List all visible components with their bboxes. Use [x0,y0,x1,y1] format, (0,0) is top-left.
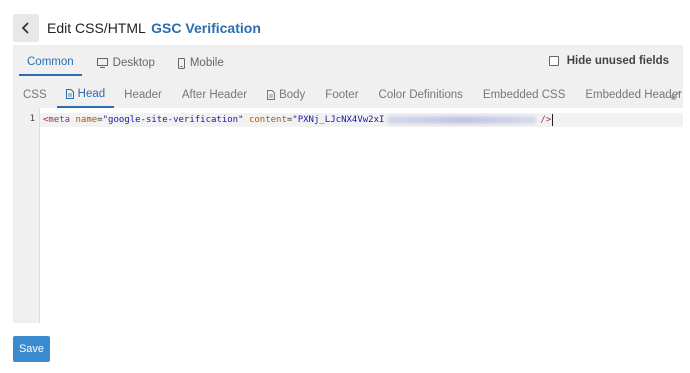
code-line[interactable]: <meta name = "google-site-verification" co… [43,113,554,127]
tab-common[interactable]: Common [19,54,82,76]
tab-color-definitions[interactable]: Color Definitions [369,82,473,108]
tab-embedded-header-label: Embedded Header [585,89,682,101]
expand-icon[interactable] [671,87,681,105]
file-icon [65,89,74,99]
tab-body[interactable]: Body [257,82,315,108]
tab-mobile[interactable]: Mobile [170,54,232,76]
line-gutter: 1 [13,108,40,323]
tab-after-header[interactable]: After Header [172,82,257,108]
tab-header[interactable]: Header [114,82,172,108]
chevron-left-icon [21,22,29,34]
tab-head[interactable]: Head [56,82,115,108]
file-tabs: CSS Head Header After Header Body Footer… [13,82,683,108]
text-cursor [552,114,554,126]
redacted-blur [387,116,538,124]
code-editor[interactable]: 1 <meta name = "google-site-verification" … [13,108,683,323]
code-attr-content: content [248,115,287,125]
back-button[interactable] [13,14,39,42]
tab-header-label: Header [124,89,162,101]
tab-after-header-label: After Header [181,89,248,101]
page-title-accent: GSC Verification [151,20,261,36]
hide-unused-checkbox[interactable] [548,56,559,66]
code-attr-name: name [75,115,98,125]
tab-desktop[interactable]: Desktop [89,54,163,76]
editor-panel: Common Desktop Mobile Hide unused fields… [13,45,683,323]
monitor-icon [96,58,108,68]
tab-css[interactable]: CSS [13,82,57,108]
tab-head-label: Head [77,88,106,100]
tab-embedded-css-label: Embedded CSS [482,89,566,101]
tab-mobile-label: Mobile [189,57,224,69]
tab-common-label: Common [27,56,74,68]
code-tag-open: <meta [43,115,71,125]
phone-icon [177,57,185,69]
tab-color-definitions-label: Color Definitions [378,89,463,101]
tab-footer-label: Footer [325,89,359,101]
file-icon [267,90,276,100]
page-title: Edit CSS/HTML GSC Verification [47,20,261,36]
page-title-text: Edit CSS/HTML [47,20,146,36]
code-value-name: "google-site-verification" [102,115,244,125]
tab-desktop-label: Desktop [112,57,155,69]
code-tag-close: /> [540,115,552,125]
tab-footer[interactable]: Footer [315,82,368,108]
code-value-content: "PXNj_LJcNX4Vw2xI [292,115,385,125]
line-number: 1 [29,114,35,124]
hide-unused-toggle[interactable]: Hide unused fields [548,55,669,67]
page-header: Edit CSS/HTML GSC Verification [13,14,261,42]
save-button[interactable]: Save [13,336,50,362]
hide-unused-label: Hide unused fields [566,55,669,67]
tab-embedded-css[interactable]: Embedded CSS [473,82,575,108]
device-tabs: Common Desktop Mobile [19,54,239,76]
tab-css-label: CSS [23,89,47,101]
tab-body-label: Body [279,89,306,101]
